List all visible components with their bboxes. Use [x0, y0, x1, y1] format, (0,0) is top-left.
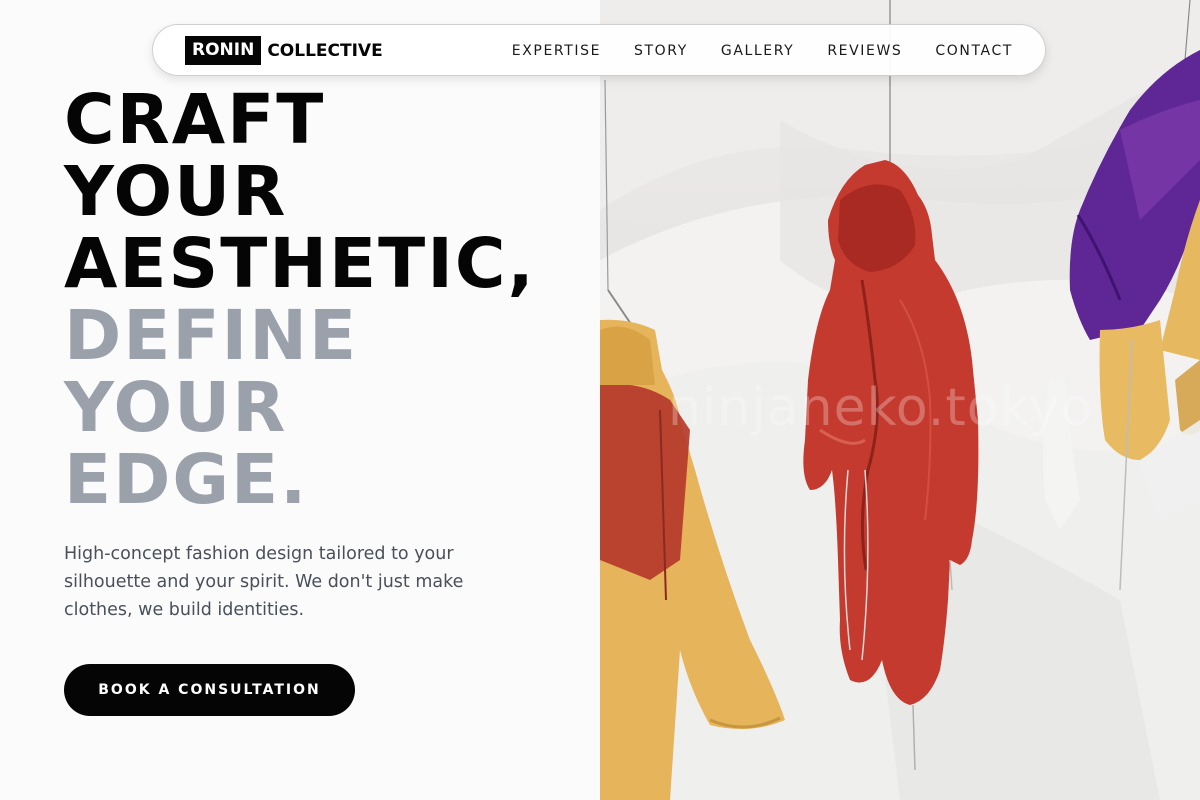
hero-photo [600, 0, 1200, 800]
top-navbar: RONIN COLLECTIVE EXPERTISE STORY GALLERY… [152, 24, 1046, 76]
hero-subtext: High-concept fashion design tailored to … [64, 544, 464, 620]
hanging-garments-illustration [600, 0, 1200, 800]
hero-text-panel: CRAFT YOUR AESTHETIC, DEFINE YOUR EDGE. … [0, 0, 600, 800]
brand-mark: RONIN [185, 36, 262, 65]
page: CRAFT YOUR AESTHETIC, DEFINE YOUR EDGE. … [0, 0, 1200, 800]
headline-line: CRAFT [64, 80, 326, 160]
nav-link-expertise[interactable]: EXPERTISE [512, 43, 601, 59]
headline-line: AESTHETIC, [64, 224, 536, 304]
hero-headline: CRAFT YOUR AESTHETIC, DEFINE YOUR EDGE. [64, 84, 536, 516]
headline-line-muted: YOUR [64, 368, 288, 448]
nav-link-gallery[interactable]: GALLERY [721, 43, 794, 59]
brand-logo[interactable]: RONIN COLLECTIVE [185, 36, 383, 65]
nav-link-reviews[interactable]: REVIEWS [827, 43, 902, 59]
headline-line: YOUR [64, 152, 288, 232]
nav-link-story[interactable]: STORY [634, 43, 688, 59]
nav-links: EXPERTISE STORY GALLERY REVIEWS CONTACT [512, 25, 1013, 77]
brand-name: COLLECTIVE [267, 40, 383, 61]
headline-line-muted: EDGE. [64, 440, 309, 520]
book-consultation-button[interactable]: BOOK A CONSULTATION [64, 664, 355, 716]
nav-link-contact[interactable]: CONTACT [935, 43, 1013, 59]
headline-line-muted: DEFINE [64, 296, 359, 376]
